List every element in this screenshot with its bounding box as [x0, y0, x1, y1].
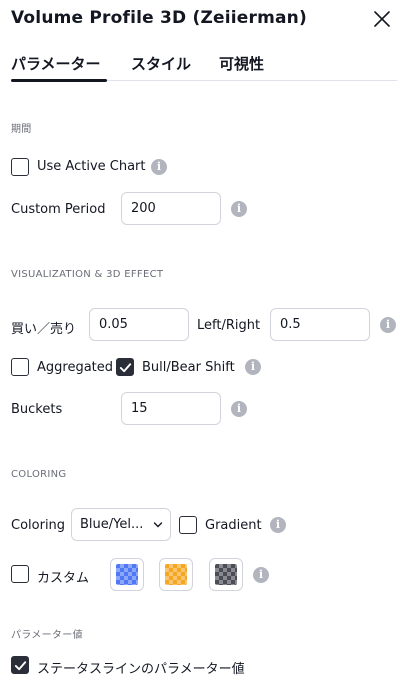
buckets-label: Buckets — [11, 402, 63, 417]
info-icon[interactable]: i — [231, 401, 247, 417]
info-icon[interactable]: i — [151, 159, 167, 175]
color-swatch-orange[interactable] — [159, 558, 193, 591]
checker-pattern — [165, 564, 187, 585]
color-swatch-dark-gray[interactable] — [209, 558, 243, 591]
info-icon[interactable]: i — [231, 201, 247, 217]
left-right-label: Left/Right — [197, 318, 261, 333]
aggregated-checkbox[interactable] — [11, 358, 29, 376]
status-line-values-label[interactable]: ステータスラインのパラメーター値 — [37, 658, 245, 677]
info-icon[interactable]: i — [380, 317, 396, 333]
tab-style[interactable]: スタイル — [131, 53, 191, 74]
dialog-title: Volume Profile 3D (Zeiierman) — [11, 8, 307, 28]
left-right-input[interactable]: 0.5 — [270, 308, 370, 341]
buy-sell-input[interactable]: 0.05 — [89, 308, 189, 341]
info-icon[interactable]: i — [270, 517, 286, 533]
custom-checkbox[interactable] — [11, 565, 29, 583]
bull-bear-shift-label[interactable]: Bull/Bear Shift — [142, 360, 235, 375]
section-heading-period: 期間 — [11, 124, 32, 135]
checkmark-icon — [14, 660, 26, 670]
coloring-select-value: Blue/Yel... — [80, 517, 144, 532]
info-icon[interactable]: i — [253, 567, 269, 583]
checker-pattern — [116, 564, 138, 585]
tab-visibility[interactable]: 可視性 — [219, 53, 264, 74]
buckets-input[interactable]: 15 — [121, 392, 221, 425]
buy-sell-label: 買い／売り — [11, 322, 77, 337]
section-heading-param-values: パラメーター値 — [11, 630, 83, 641]
coloring-label: Coloring — [11, 518, 66, 533]
color-swatch-blue[interactable] — [110, 558, 144, 591]
active-tab-indicator — [11, 79, 107, 82]
checker-pattern — [215, 564, 237, 585]
coloring-select[interactable]: Blue/Yel... — [71, 508, 171, 541]
info-icon[interactable]: i — [245, 359, 261, 375]
checkmark-icon — [119, 362, 131, 372]
use-active-chart-label[interactable]: Use Active Chart — [37, 159, 146, 174]
gradient-label[interactable]: Gradient — [205, 518, 262, 533]
use-active-chart-checkbox[interactable] — [11, 158, 29, 176]
custom-period-label: Custom Period — [11, 202, 106, 217]
bull-bear-shift-checkbox[interactable] — [116, 358, 134, 376]
aggregated-label[interactable]: Aggregated — [37, 360, 113, 375]
section-heading-coloring: COLORING — [11, 469, 67, 480]
chevron-down-icon — [153, 522, 163, 528]
custom-label[interactable]: カスタム — [37, 567, 89, 586]
tab-parameters[interactable]: パラメーター — [11, 53, 101, 74]
custom-period-input[interactable]: 200 — [121, 192, 221, 225]
section-heading-visualization: VISUALIZATION & 3D EFFECT — [11, 269, 164, 280]
status-line-values-checkbox[interactable] — [11, 656, 29, 674]
close-icon[interactable] — [372, 9, 392, 29]
gradient-checkbox[interactable] — [179, 516, 197, 534]
